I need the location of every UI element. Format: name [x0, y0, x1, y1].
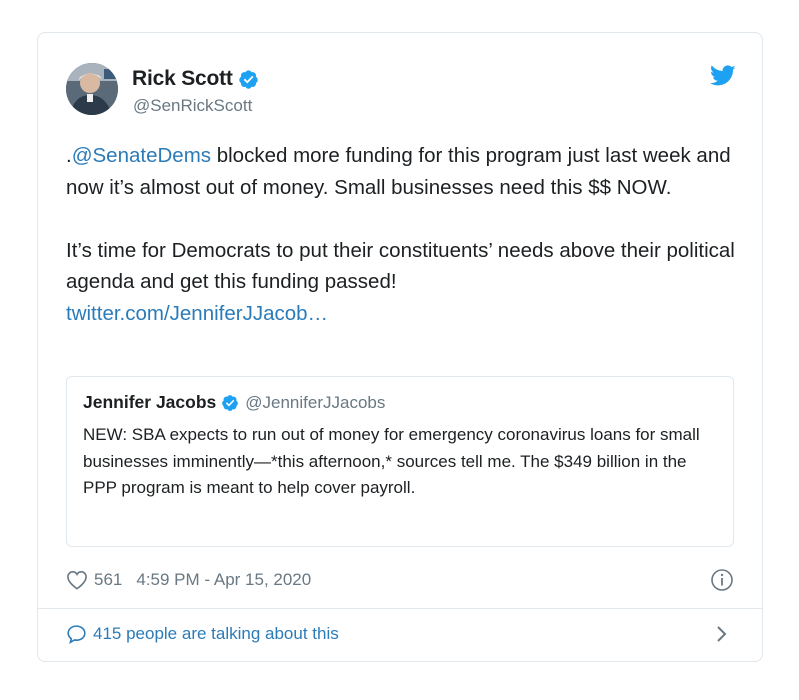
heart-icon[interactable]: [66, 570, 88, 590]
tweet-url-link[interactable]: twitter.com/JenniferJJacob…: [66, 302, 328, 325]
talking-count-text: 415 people are talking about this: [93, 624, 339, 643]
tweet-card: Rick Scott @SenRickScott .@SenateDems bl…: [37, 32, 763, 662]
timestamp[interactable]: 4:59 PM - Apr 15, 2020: [136, 570, 311, 590]
twitter-bird-icon[interactable]: [710, 65, 736, 87]
quoted-author-name: Jennifer Jacobs: [83, 392, 217, 412]
quoted-author-handle: @JenniferJJacobs: [245, 392, 386, 412]
quoted-tweet[interactable]: Jennifer Jacobs @JenniferJJacobs NEW: SB…: [66, 376, 734, 547]
tweet-header: Rick Scott @SenRickScott: [66, 61, 736, 117]
like-count[interactable]: 561: [94, 570, 122, 590]
tweet-paragraph-2: It’s time for Democrats to put their con…: [66, 238, 735, 294]
tweet-meta: 561 4:59 PM - Apr 15, 2020: [66, 568, 736, 592]
conversation-link[interactable]: 415 people are talking about this: [66, 622, 736, 646]
mention-link[interactable]: @SenateDems: [72, 144, 211, 167]
tweet-paragraph-1: .@SenateDems blocked more funding for th…: [66, 140, 736, 203]
verified-badge-icon: [222, 394, 239, 411]
chevron-right-icon[interactable]: [716, 625, 728, 643]
avatar[interactable]: [66, 63, 118, 115]
author-handle[interactable]: @SenRickScott: [133, 96, 252, 116]
quoted-tweet-text: NEW: SBA expects to run out of money for…: [83, 425, 700, 497]
info-icon[interactable]: [710, 568, 734, 592]
verified-badge-icon: [239, 69, 258, 89]
tweet-body: .@SenateDems blocked more funding for th…: [66, 140, 736, 329]
reply-bubble-icon: [67, 625, 86, 644]
divider: [38, 608, 762, 609]
author-name[interactable]: Rick Scott: [132, 67, 233, 91]
